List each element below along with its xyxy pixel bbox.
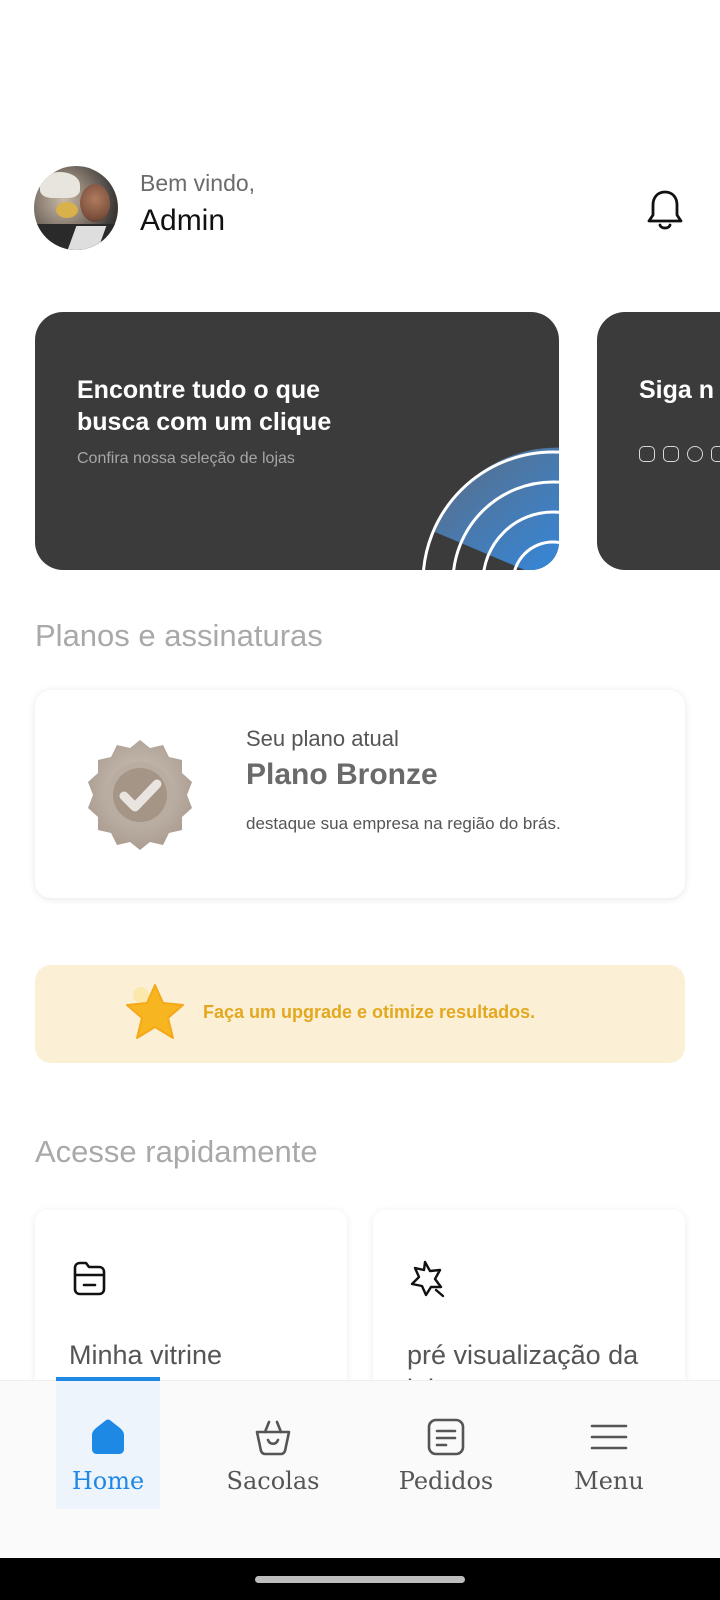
social-icons [639,446,720,462]
banner-title: Encontre tudo o que busca com um clique [77,376,332,436]
nav-menu[interactable]: Menu [534,1381,684,1516]
plan-name: Plano Bronze [246,758,438,791]
current-plan-card[interactable]: Seu plano atual Plano Bronze destaque su… [35,690,685,898]
banner-stores[interactable]: Encontre tudo o que busca com um clique … [35,312,559,570]
banner-social[interactable]: Siga n para fi [597,312,720,570]
system-navigation-bar [0,1558,720,1600]
bronze-badge-icon [88,740,192,850]
instagram-icon[interactable] [639,446,655,462]
quick-access-preview[interactable]: pré visualização da loja [373,1210,685,1390]
upgrade-text: Faça um upgrade e otimize resultados. [203,1002,536,1022]
avatar-face [80,184,110,222]
nav-pedidos[interactable]: Pedidos [371,1381,521,1516]
radar-icon [422,447,559,570]
preview-star-icon [410,1260,445,1298]
menu-icon [590,1424,628,1450]
nav-label: Home [71,1467,145,1495]
plan-label: Seu plano atual [246,726,399,751]
youtube-icon[interactable] [711,446,720,462]
nav-home[interactable]: Home [56,1377,160,1509]
bottom-navigation: Home Sacolas Pedidos Menu [0,1377,720,1558]
nav-label: Sacolas [226,1467,320,1495]
quick-access-vitrine[interactable]: Minha vitrine [35,1210,347,1390]
google-icon[interactable] [687,446,703,462]
header: Bem vindo, Admin [0,0,720,280]
banner-subtitle: Confira nossa seleção de lojas [77,450,295,467]
basket-icon [255,1420,291,1456]
orders-icon [427,1418,465,1456]
upgrade-banner[interactable]: Faça um upgrade e otimize resultados. [35,965,685,1063]
plans-section-title: Planos e assinaturas [35,618,323,653]
storefront-icon [73,1261,106,1296]
avatar-coin [56,202,78,218]
welcome-text: Bem vindo, [140,170,256,196]
facebook-icon[interactable] [663,446,679,462]
home-icon [92,1419,124,1454]
bell-icon[interactable] [646,188,684,232]
plan-description: destaque sua empresa na região do brás. [246,814,561,833]
quick-access-label: Minha vitrine [69,1340,223,1370]
nav-label: Menu [574,1467,644,1495]
home-indicator[interactable] [255,1576,465,1583]
nav-label: Pedidos [398,1467,494,1495]
banner-title: Siga n para fi [639,376,720,404]
banner-carousel[interactable]: Encontre tudo o que busca com um clique … [0,312,720,570]
star-icon [126,984,184,1039]
avatar-hat [40,172,80,198]
quick-access-section-title: Acesse rapidamente [35,1134,318,1169]
nav-sacolas[interactable]: Sacolas [198,1381,348,1516]
avatar[interactable] [34,166,118,250]
username: Admin [140,204,226,237]
